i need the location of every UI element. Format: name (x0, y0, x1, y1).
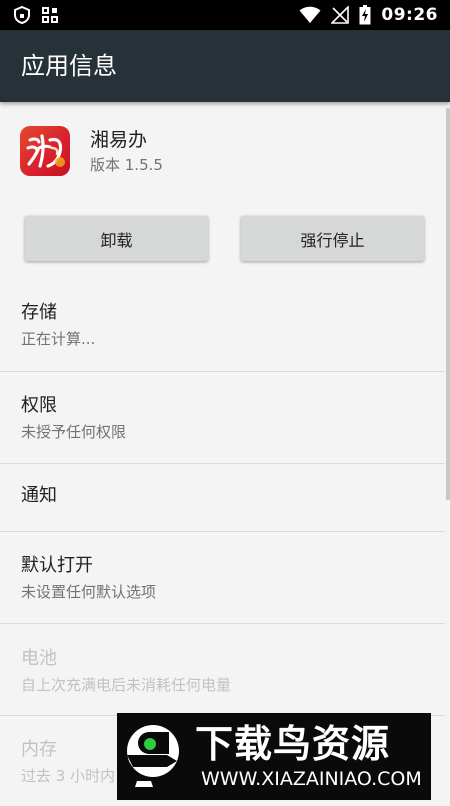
list-item-summary: 未设置任何默认选项 (21, 583, 157, 601)
signal-off-icon (331, 6, 350, 24)
grid-icon (42, 7, 58, 23)
list-item-storage[interactable]: 存储 正在计算... (0, 280, 445, 372)
watermark-title: 下载鸟资源 (195, 722, 391, 766)
list-item-title: 存储 (21, 302, 57, 323)
list-item-title: 内存 (21, 739, 57, 760)
list-item-summary: 过去 3 小时内 (21, 767, 116, 785)
app-header: 湘易办 版本 1.5.5 卸载 强行停止 (0, 102, 450, 272)
app-name: 湘易办 (90, 129, 148, 151)
uninstall-button[interactable]: 卸载 (25, 216, 208, 261)
scrollbar[interactable] (446, 108, 450, 500)
list-item-permissions[interactable]: 权限 未授予任何权限 (0, 372, 445, 464)
wifi-icon (299, 6, 321, 23)
shield-icon (14, 6, 30, 24)
app-logo-icon (20, 126, 70, 176)
status-bar-right: 09:26 (299, 0, 438, 30)
app-version: 版本 1.5.5 (90, 156, 163, 174)
list-item-title: 默认打开 (21, 555, 93, 576)
page-title: 应用信息 (21, 52, 117, 80)
list-item-summary: 自上次充满电后未消耗任何电量 (21, 676, 232, 694)
list-item-title: 通知 (21, 485, 57, 506)
battery-charging-icon (359, 5, 371, 25)
list-item-title: 权限 (21, 395, 57, 416)
watermark-url: WWW.XIAZAINIAO.COM (201, 768, 422, 790)
list-item-summary: 未授予任何权限 (21, 423, 127, 441)
force-stop-button[interactable]: 强行停止 (241, 216, 424, 261)
list-item-open-by-default[interactable]: 默认打开 未设置任何默认选项 (0, 532, 445, 624)
status-bar: 09:26 (0, 0, 450, 30)
list-item-title: 电池 (21, 648, 57, 669)
app-bar: 应用信息 (0, 30, 450, 102)
list-item-battery: 电池 自上次充满电后未消耗任何电量 (0, 624, 445, 716)
watermark: 下载鸟资源 WWW.XIAZAINIAO.COM (117, 713, 431, 800)
bird-logo-icon (127, 725, 179, 787)
status-bar-left-icons (14, 6, 58, 24)
status-time: 09:26 (381, 5, 438, 25)
list-item-notifications[interactable]: 通知 (0, 464, 445, 532)
list-item-summary: 正在计算... (21, 330, 96, 348)
